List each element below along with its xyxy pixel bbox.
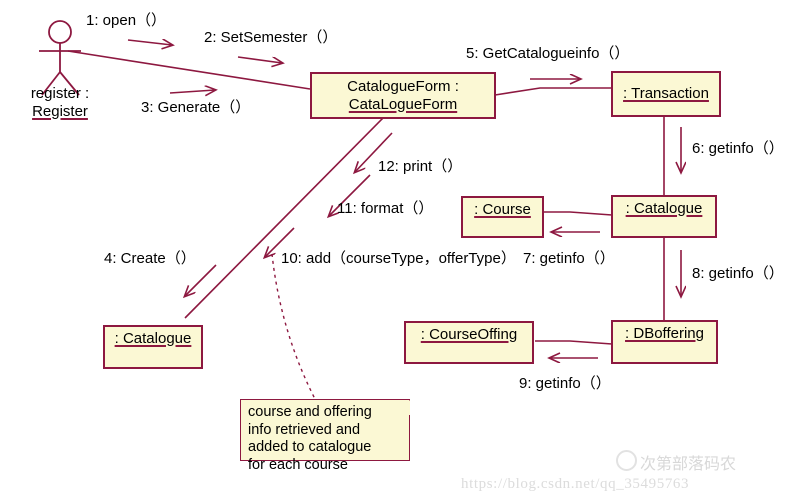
object-courseoffing[interactable]: : CourseOffing bbox=[404, 321, 534, 364]
note-fold-corner bbox=[395, 400, 410, 415]
object-catalogue-right[interactable]: : Catalogue bbox=[611, 195, 717, 238]
message-label-4: 4: Create（） bbox=[104, 250, 196, 267]
actor-register-label: register : Register bbox=[10, 85, 110, 121]
link-catalogue-course bbox=[543, 211, 613, 216]
message-label-12: 12: print（） bbox=[378, 158, 463, 175]
object-course-label: : Course bbox=[474, 201, 531, 218]
message-label-8: 8: getinfo（） bbox=[692, 265, 784, 282]
link-catalogueform-transaction bbox=[494, 87, 612, 96]
object-catalogueform-line1: CatalogueForm : bbox=[347, 77, 459, 95]
object-catalogue-right-label: : Catalogue bbox=[625, 200, 703, 217]
message-label-9: 9: getinfo（） bbox=[519, 375, 611, 392]
message-label-7: 7: getinfo（） bbox=[523, 250, 615, 267]
note-connector bbox=[271, 253, 316, 400]
object-dboffering[interactable]: : DBoffering bbox=[611, 320, 718, 364]
arrow-msg-2 bbox=[237, 56, 282, 63]
watermark-chinese-text: 次第部落码农 bbox=[640, 454, 737, 473]
arrow-msg-1 bbox=[127, 40, 172, 45]
arrow-msg-3 bbox=[169, 90, 215, 93]
message-label-3: 3: Generate（） bbox=[141, 99, 251, 116]
object-dboffering-label: : DBoffering bbox=[625, 325, 704, 342]
object-catalogueform-line2: CataLogueForm bbox=[348, 95, 458, 113]
object-catalogueform[interactable]: CatalogueForm : CataLogueForm bbox=[310, 72, 496, 119]
object-transaction-label: : Transaction bbox=[623, 85, 709, 102]
actor-label-line2: Register bbox=[32, 103, 88, 120]
note-box: course and offering info retrieved and a… bbox=[240, 399, 410, 473]
link-catalogueform-catalogue-left bbox=[184, 117, 384, 319]
link-actor-catalogueform bbox=[67, 50, 311, 90]
link-dboffering-courseoffing bbox=[535, 340, 613, 345]
message-label-5: 5: GetCatalogueinfo（） bbox=[466, 45, 630, 62]
object-catalogue-left[interactable]: : Catalogue bbox=[103, 325, 203, 369]
object-courseoffing-label: : CourseOffing bbox=[420, 326, 518, 343]
message-label-10: 10: add（courseType，offerType） bbox=[281, 250, 516, 267]
message-label-11: 11: format（） bbox=[337, 200, 434, 217]
message-label-2: 2: SetSemester（） bbox=[204, 29, 338, 46]
watermark-url-text: https://blog.csdn.net/qq_35495763 bbox=[461, 476, 690, 492]
watermark-logo-icon bbox=[616, 450, 637, 471]
actor-figure bbox=[39, 20, 81, 96]
object-transaction[interactable]: : Transaction bbox=[611, 71, 721, 117]
message-label-6: 6: getinfo（） bbox=[692, 140, 784, 157]
object-course[interactable]: : Course bbox=[461, 196, 544, 238]
object-catalogue-left-label: : Catalogue bbox=[114, 330, 192, 347]
message-label-1: 1: open（） bbox=[86, 12, 167, 29]
actor-label-line1: register : bbox=[30, 85, 90, 102]
